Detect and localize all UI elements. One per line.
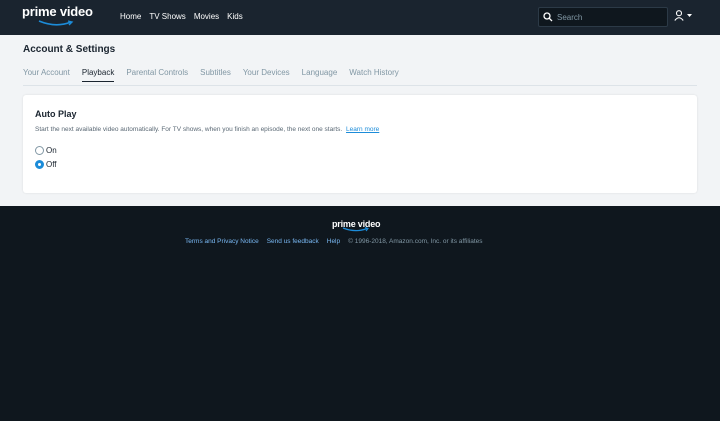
- autoplay-option-on[interactable]: On: [35, 146, 57, 155]
- radio-on-label: On: [46, 146, 57, 155]
- chevron-down-icon: [687, 13, 692, 17]
- autoplay-title: Auto Play: [35, 109, 77, 119]
- autoplay-description: Start the next available video automatic…: [35, 126, 379, 133]
- tabs-divider: [23, 85, 697, 86]
- tab-language[interactable]: Language: [302, 68, 338, 82]
- tab-playback[interactable]: Playback: [81, 68, 115, 82]
- settings-content: Account & Settings Your Account Playback…: [0, 35, 720, 206]
- tab-parental-controls[interactable]: Parental Controls: [126, 68, 188, 82]
- footer-smile-icon: [342, 227, 369, 232]
- copyright-text: © 1996-2018, Amazon.com, Inc. or its aff…: [348, 238, 483, 245]
- nav-tv-shows[interactable]: TV Shows: [149, 11, 185, 23]
- settings-tabs: Your Account Playback Parental Controls …: [23, 68, 411, 82]
- radio-off[interactable]: [35, 160, 44, 169]
- autoplay-option-off[interactable]: Off: [35, 160, 57, 169]
- footer-logo[interactable]: prime video: [332, 217, 392, 239]
- prime-video-logo[interactable]: prime video: [22, 4, 93, 31]
- autoplay-card: Auto Play Start the next available video…: [23, 95, 697, 193]
- terms-link[interactable]: Terms and Privacy Notice: [185, 238, 259, 245]
- user-icon: [674, 10, 684, 21]
- main-nav: Home TV Shows Movies Kids: [120, 11, 251, 23]
- feedback-link[interactable]: Send us feedback: [267, 238, 319, 245]
- tab-your-account[interactable]: Your Account: [23, 68, 70, 82]
- search-input[interactable]: [557, 12, 657, 22]
- footer: prime video Terms and Privacy Notice Sen…: [0, 206, 720, 421]
- page-title: Account & Settings: [23, 44, 116, 55]
- smile-arrow-icon: [38, 20, 74, 26]
- search-icon[interactable]: [543, 12, 553, 22]
- nav-movies[interactable]: Movies: [194, 11, 219, 23]
- learn-more-link[interactable]: Learn more: [346, 126, 379, 133]
- top-nav-bar: prime video Home TV Shows Movies Kids: [0, 0, 720, 35]
- tab-watch-history[interactable]: Watch History: [349, 68, 399, 82]
- account-menu-button[interactable]: [674, 10, 692, 21]
- nav-home[interactable]: Home: [120, 11, 141, 23]
- radio-off-label: Off: [46, 160, 57, 169]
- tab-subtitles[interactable]: Subtitles: [200, 68, 231, 82]
- logo-text: prime video: [22, 4, 93, 19]
- radio-on[interactable]: [35, 146, 44, 155]
- search-box[interactable]: [538, 7, 668, 27]
- autoplay-description-text: Start the next available video automatic…: [35, 126, 343, 133]
- footer-links: Terms and Privacy Notice Send us feedbac…: [185, 238, 483, 245]
- help-link[interactable]: Help: [327, 238, 340, 245]
- tab-your-devices[interactable]: Your Devices: [243, 68, 290, 82]
- nav-kids[interactable]: Kids: [227, 11, 243, 23]
